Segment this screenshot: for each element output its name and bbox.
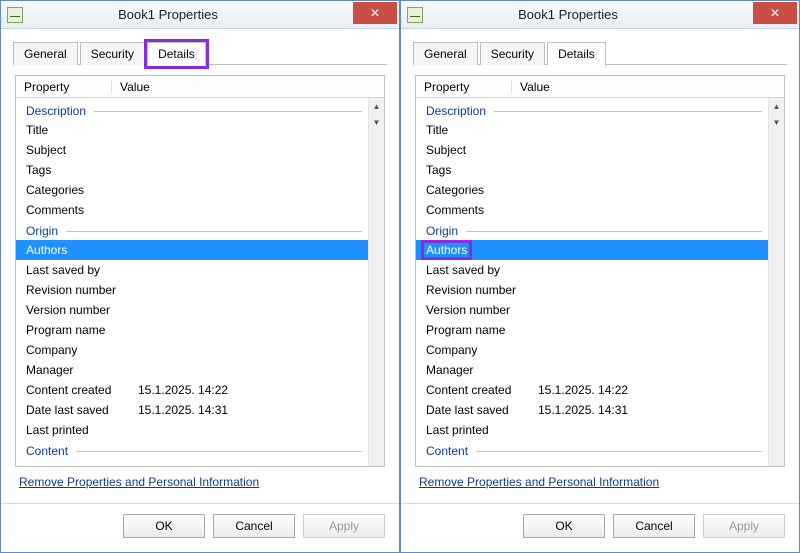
tab-strip: General Security Details — [401, 29, 799, 65]
tab-details[interactable]: Details — [547, 42, 606, 66]
row-comments[interactable]: Comments — [416, 200, 768, 220]
row-subject[interactable]: Subject — [16, 140, 368, 160]
tab-security[interactable]: Security — [80, 42, 145, 65]
list-header: Property Value — [416, 76, 784, 98]
section-content: Content — [16, 440, 368, 460]
row-date-last-saved[interactable]: Date last saved15.1.2025. 14:31 — [16, 400, 368, 420]
scrollbar[interactable]: ▲ ▼ — [768, 98, 784, 466]
scroll-down-icon[interactable]: ▼ — [769, 114, 784, 130]
row-date-last-saved[interactable]: Date last saved15.1.2025. 14:31 — [416, 400, 768, 420]
row-title[interactable]: Title — [416, 120, 768, 140]
row-company[interactable]: Company — [416, 340, 768, 360]
ok-button[interactable]: OK — [123, 514, 205, 538]
tab-security[interactable]: Security — [480, 42, 545, 65]
tab-details[interactable]: Details — [147, 42, 206, 66]
scroll-up-icon[interactable]: ▲ — [369, 98, 384, 114]
row-version-number[interactable]: Version number — [416, 300, 768, 320]
column-property[interactable]: Property — [16, 80, 112, 94]
remove-properties-link[interactable]: Remove Properties and Personal Informati… — [19, 475, 259, 489]
button-row: OK Cancel Apply — [401, 503, 799, 552]
row-content-created[interactable]: Content created15.1.2025. 14:22 — [16, 380, 368, 400]
close-icon: ✕ — [370, 6, 380, 20]
section-origin: Origin — [16, 220, 368, 240]
row-title[interactable]: Title — [16, 120, 368, 140]
row-last-saved-by[interactable]: Last saved by — [416, 260, 768, 280]
apply-button[interactable]: Apply — [703, 514, 785, 538]
property-list: Property Value Description Title Subject… — [415, 75, 785, 467]
row-content-created[interactable]: Content created15.1.2025. 14:22 — [416, 380, 768, 400]
tab-general[interactable]: General — [13, 42, 78, 65]
button-row: OK Cancel Apply — [1, 503, 399, 552]
column-value[interactable]: Value — [512, 80, 768, 94]
section-origin: Origin — [416, 220, 768, 240]
row-manager[interactable]: Manager — [16, 360, 368, 380]
properties-dialog-right: Book1 Properties ✕ General Security Deta… — [400, 0, 800, 553]
close-icon: ✕ — [770, 6, 780, 20]
cancel-button[interactable]: Cancel — [613, 514, 695, 538]
titlebar[interactable]: Book1 Properties ✕ — [1, 1, 399, 29]
row-company[interactable]: Company — [16, 340, 368, 360]
properties-dialog-left: Book1 Properties ✕ General Security Deta… — [0, 0, 400, 553]
scrollbar[interactable]: ▲ ▼ — [368, 98, 384, 466]
column-property[interactable]: Property — [416, 80, 512, 94]
tab-strip: General Security Details — [1, 29, 399, 65]
close-button[interactable]: ✕ — [753, 2, 797, 24]
row-version-number[interactable]: Version number — [16, 300, 368, 320]
tab-general[interactable]: General — [413, 42, 478, 65]
titlebar[interactable]: Book1 Properties ✕ — [401, 1, 799, 29]
section-content: Content — [416, 440, 768, 460]
section-description: Description — [16, 100, 368, 120]
row-authors[interactable]: Authors — [416, 240, 768, 260]
cancel-button[interactable]: Cancel — [213, 514, 295, 538]
close-button[interactable]: ✕ — [353, 2, 397, 24]
row-tags[interactable]: Tags — [16, 160, 368, 180]
row-last-printed[interactable]: Last printed — [16, 420, 368, 440]
row-last-printed[interactable]: Last printed — [416, 420, 768, 440]
apply-button[interactable]: Apply — [303, 514, 385, 538]
ok-button[interactable]: OK — [523, 514, 605, 538]
window-title: Book1 Properties — [23, 7, 353, 22]
row-last-saved-by[interactable]: Last saved by — [16, 260, 368, 280]
row-manager[interactable]: Manager — [416, 360, 768, 380]
scroll-up-icon[interactable]: ▲ — [769, 98, 784, 114]
scroll-down-icon[interactable]: ▼ — [369, 114, 384, 130]
row-subject[interactable]: Subject — [416, 140, 768, 160]
row-authors[interactable]: Authors — [16, 240, 368, 260]
row-categories[interactable]: Categories — [416, 180, 768, 200]
row-categories[interactable]: Categories — [16, 180, 368, 200]
excel-file-icon — [407, 7, 423, 23]
property-list: Property Value Description Title Subject… — [15, 75, 385, 467]
row-comments[interactable]: Comments — [16, 200, 368, 220]
row-program-name[interactable]: Program name — [16, 320, 368, 340]
row-program-name[interactable]: Program name — [416, 320, 768, 340]
remove-properties-link[interactable]: Remove Properties and Personal Informati… — [419, 475, 659, 489]
excel-file-icon — [7, 7, 23, 23]
section-description: Description — [416, 100, 768, 120]
list-header: Property Value — [16, 76, 384, 98]
column-value[interactable]: Value — [112, 80, 368, 94]
row-tags[interactable]: Tags — [416, 160, 768, 180]
row-revision-number[interactable]: Revision number — [416, 280, 768, 300]
window-title: Book1 Properties — [423, 7, 753, 22]
row-revision-number[interactable]: Revision number — [16, 280, 368, 300]
